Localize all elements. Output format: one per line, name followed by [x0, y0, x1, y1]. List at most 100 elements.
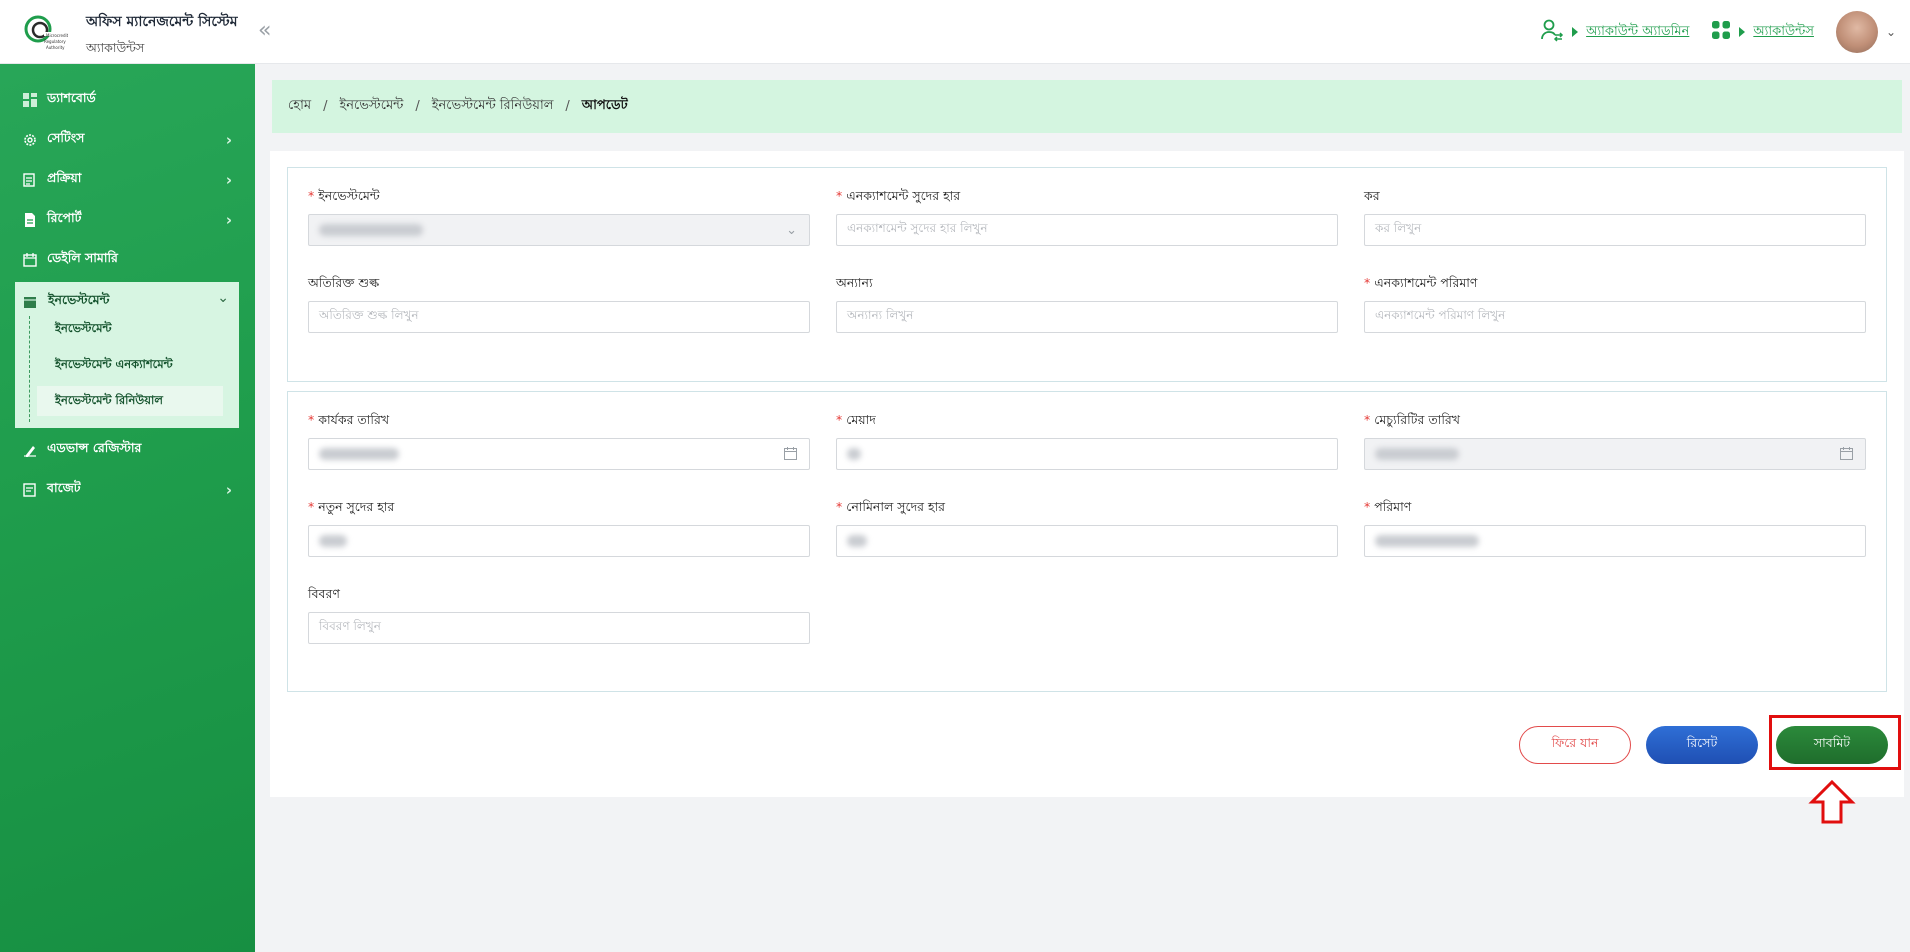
maturity-date-input[interactable] [1364, 438, 1866, 470]
tax-label: কর [1364, 188, 1380, 203]
calendar-icon[interactable] [784, 447, 797, 464]
encash-amount-label: এনক্যাশমেন্ট পরিমাণ [1374, 275, 1478, 290]
calendar-icon [1840, 447, 1853, 464]
investment-icon [23, 295, 38, 310]
selected-investment-value [319, 224, 423, 236]
submit-highlight-box [1769, 715, 1901, 770]
reset-button[interactable]: রিসেট [1646, 726, 1758, 764]
collapse-sidebar-icon[interactable]: « [258, 18, 271, 43]
breadcrumb-separator: / [323, 99, 328, 114]
sidebar-item-label: বাজেট [47, 480, 81, 495]
sidebar: ড্যাশবোর্ড সেটিংস › প্রক্রিয়া › রিপোর্ট… [0, 64, 255, 952]
chevron-right-icon: › [225, 171, 232, 189]
new-rate-field: * নতুন সুদের হার [308, 499, 810, 557]
encash-rate-field: * এনক্যাশমেন্ট সুদের হার এনক্যাশমেন্ট সুদ… [836, 188, 1338, 246]
effective-date-value [319, 448, 399, 460]
encash-rate-label: এনক্যাশমেন্ট সুদের হার [846, 188, 961, 203]
new-rate-input[interactable] [308, 525, 810, 557]
sidebar-item-dashboard[interactable]: ড্যাশবোর্ড [22, 88, 232, 112]
sidebar-group-investment: ইনভেস্টমেন্ট ⌄ ইনভেস্টমেন্ট ইনভেস্টমেন্ট… [15, 282, 239, 428]
submenu-guide-line [29, 316, 30, 422]
extra-fee-input[interactable]: অতিরিক্ত শুল্ক লিখুন [308, 301, 810, 333]
breadcrumb-current: আপডেট [581, 98, 628, 113]
submenu-item-renewal[interactable]: ইনভেস্টমেন্ট রিনিউয়াল [37, 386, 223, 416]
amount-value [1375, 535, 1479, 547]
svg-text:Regulatory: Regulatory [44, 39, 66, 44]
sidebar-item-process[interactable]: প্রক্রিয়া › [22, 168, 232, 192]
investment-label: ইনভেস্টমেন্ট [318, 188, 380, 203]
report-icon [22, 213, 37, 228]
dashboard-icon [22, 93, 37, 108]
breadcrumb-separator: / [415, 99, 420, 114]
tenure-label: মেয়াদ [846, 412, 876, 427]
nominal-rate-input[interactable] [836, 525, 1338, 557]
sidebar-item-label: এডভান্স রেজিস্টার [47, 440, 142, 455]
calendar-report-icon [22, 253, 37, 268]
sidebar-item-label: রিপোর্ট [47, 210, 82, 225]
nominal-rate-value [847, 535, 867, 547]
user-switch-icon [1540, 18, 1564, 46]
sidebar-item-advance-register[interactable]: এডভান্স রেজিস্টার [22, 438, 232, 462]
gear-icon [22, 133, 37, 148]
encash-rate-input[interactable]: এনক্যাশমেন্ট সুদের হার লিখুন [836, 214, 1338, 246]
app-title: অফিস ম্যানেজমেন্ট সিস্টেম [86, 14, 238, 30]
breadcrumb-renewal[interactable]: ইনভেস্টমেন্ট রিনিউয়াল [432, 96, 554, 117]
logo-icon: Microcredit Regulatory Authority [22, 12, 69, 58]
budget-icon [22, 483, 37, 498]
effective-date-label: কার্যকর তারিখ [318, 412, 390, 427]
renewal-fieldset: * কার্যকর তারিখ * মেয়াদ * মেচ্যুরিটির তারি… [287, 391, 1887, 692]
account-admin-link[interactable]: অ্যাকাউন্ট অ্যাডমিন [1586, 22, 1689, 43]
module-menu[interactable]: অ্যাকাউন্টস [1711, 20, 1814, 44]
sidebar-item-label: ড্যাশবোর্ড [47, 90, 96, 105]
other-input[interactable]: অন্যান্য লিখুন [836, 301, 1338, 333]
app-subtitle: অ্যাকাউন্টস [86, 40, 145, 55]
svg-text:Microcredit: Microcredit [46, 33, 68, 38]
tenure-field: * মেয়াদ [836, 412, 1338, 470]
effective-date-input[interactable] [308, 438, 810, 470]
sidebar-item-budget[interactable]: বাজেট › [22, 478, 232, 502]
chevron-down-icon: ⌄ [217, 290, 229, 306]
user-role-menu[interactable]: অ্যাকাউন্ট অ্যাডমিন [1540, 18, 1689, 46]
nominal-rate-label: নোমিনাল সুদের হার [846, 499, 946, 514]
breadcrumb-home[interactable]: হোম [288, 96, 311, 117]
maturity-date-label: মেচ্যুরিটির তারিখ [1374, 412, 1460, 427]
amount-input[interactable] [1364, 525, 1866, 557]
sidebar-item-daily-summary[interactable]: ডেইলি সামারি [22, 248, 232, 272]
tax-field: কর কর লিখুন [1364, 188, 1866, 246]
sidebar-item-settings[interactable]: সেটিংস › [22, 128, 232, 152]
description-field: বিবরণ বিবরণ লিখুন [308, 586, 810, 644]
description-label: বিবরণ [308, 586, 340, 601]
nominal-rate-field: * নোমিনাল সুদের হার [836, 499, 1338, 557]
breadcrumb-separator: / [565, 99, 570, 114]
sidebar-item-label: ইনভেস্টমেন্ট [48, 292, 110, 307]
process-icon [22, 173, 37, 188]
sidebar-item-report[interactable]: রিপোর্ট › [22, 208, 232, 232]
apps-grid-icon [1711, 20, 1731, 44]
brand[interactable]: Microcredit Regulatory Authority অফিস ম্… [22, 10, 238, 60]
sidebar-item-investment[interactable]: ইনভেস্টমেন্ট [23, 292, 109, 312]
encash-amount-field: * এনক্যাশমেন্ট পরিমাণ এনক্যাশমেন্ট পরিমাণ… [1364, 275, 1866, 333]
tax-input[interactable]: কর লিখুন [1364, 214, 1866, 246]
submenu-item-investment[interactable]: ইনভেস্টমেন্ট [37, 314, 223, 344]
sidebar-item-label: ডেইলি সামারি [47, 250, 118, 265]
form-panel: * ইনভেস্টমেন্ট ⌄ * এনক্যাশমেন্ট সুদের হার … [270, 151, 1904, 797]
tenure-input[interactable] [836, 438, 1338, 470]
description-input[interactable]: বিবরণ লিখুন [308, 612, 810, 644]
chevron-down-icon[interactable]: ⌄ [1886, 25, 1896, 39]
avatar[interactable] [1835, 11, 1878, 53]
breadcrumb-investment[interactable]: ইনভেস্টমেন্ট [339, 96, 403, 117]
encash-amount-input[interactable]: এনক্যাশমেন্ট পরিমাণ লিখুন [1364, 301, 1866, 333]
back-button[interactable]: ফিরে যান [1519, 726, 1631, 764]
investment-field: * ইনভেস্টমেন্ট ⌄ [308, 188, 810, 246]
chevron-right-icon: › [225, 481, 232, 499]
investment-select[interactable]: ⌄ [308, 214, 810, 246]
sidebar-item-label: প্রক্রিয়া [47, 170, 82, 185]
caret-right-icon [1572, 27, 1579, 37]
accounts-module-link[interactable]: অ্যাকাউন্টস [1753, 22, 1814, 43]
encashment-fieldset: * ইনভেস্টমেন্ট ⌄ * এনক্যাশমেন্ট সুদের হার … [287, 167, 1887, 382]
new-rate-value [319, 535, 347, 547]
svg-text:Authority: Authority [46, 45, 65, 50]
submenu-item-encashment[interactable]: ইনভেস্টমেন্ট এনক্যাশমেন্ট [37, 350, 223, 380]
maturity-date-field: * মেচ্যুরিটির তারিখ [1364, 412, 1866, 470]
extra-fee-field: অতিরিক্ত শুল্ক অতিরিক্ত শুল্ক লিখুন [308, 275, 810, 333]
